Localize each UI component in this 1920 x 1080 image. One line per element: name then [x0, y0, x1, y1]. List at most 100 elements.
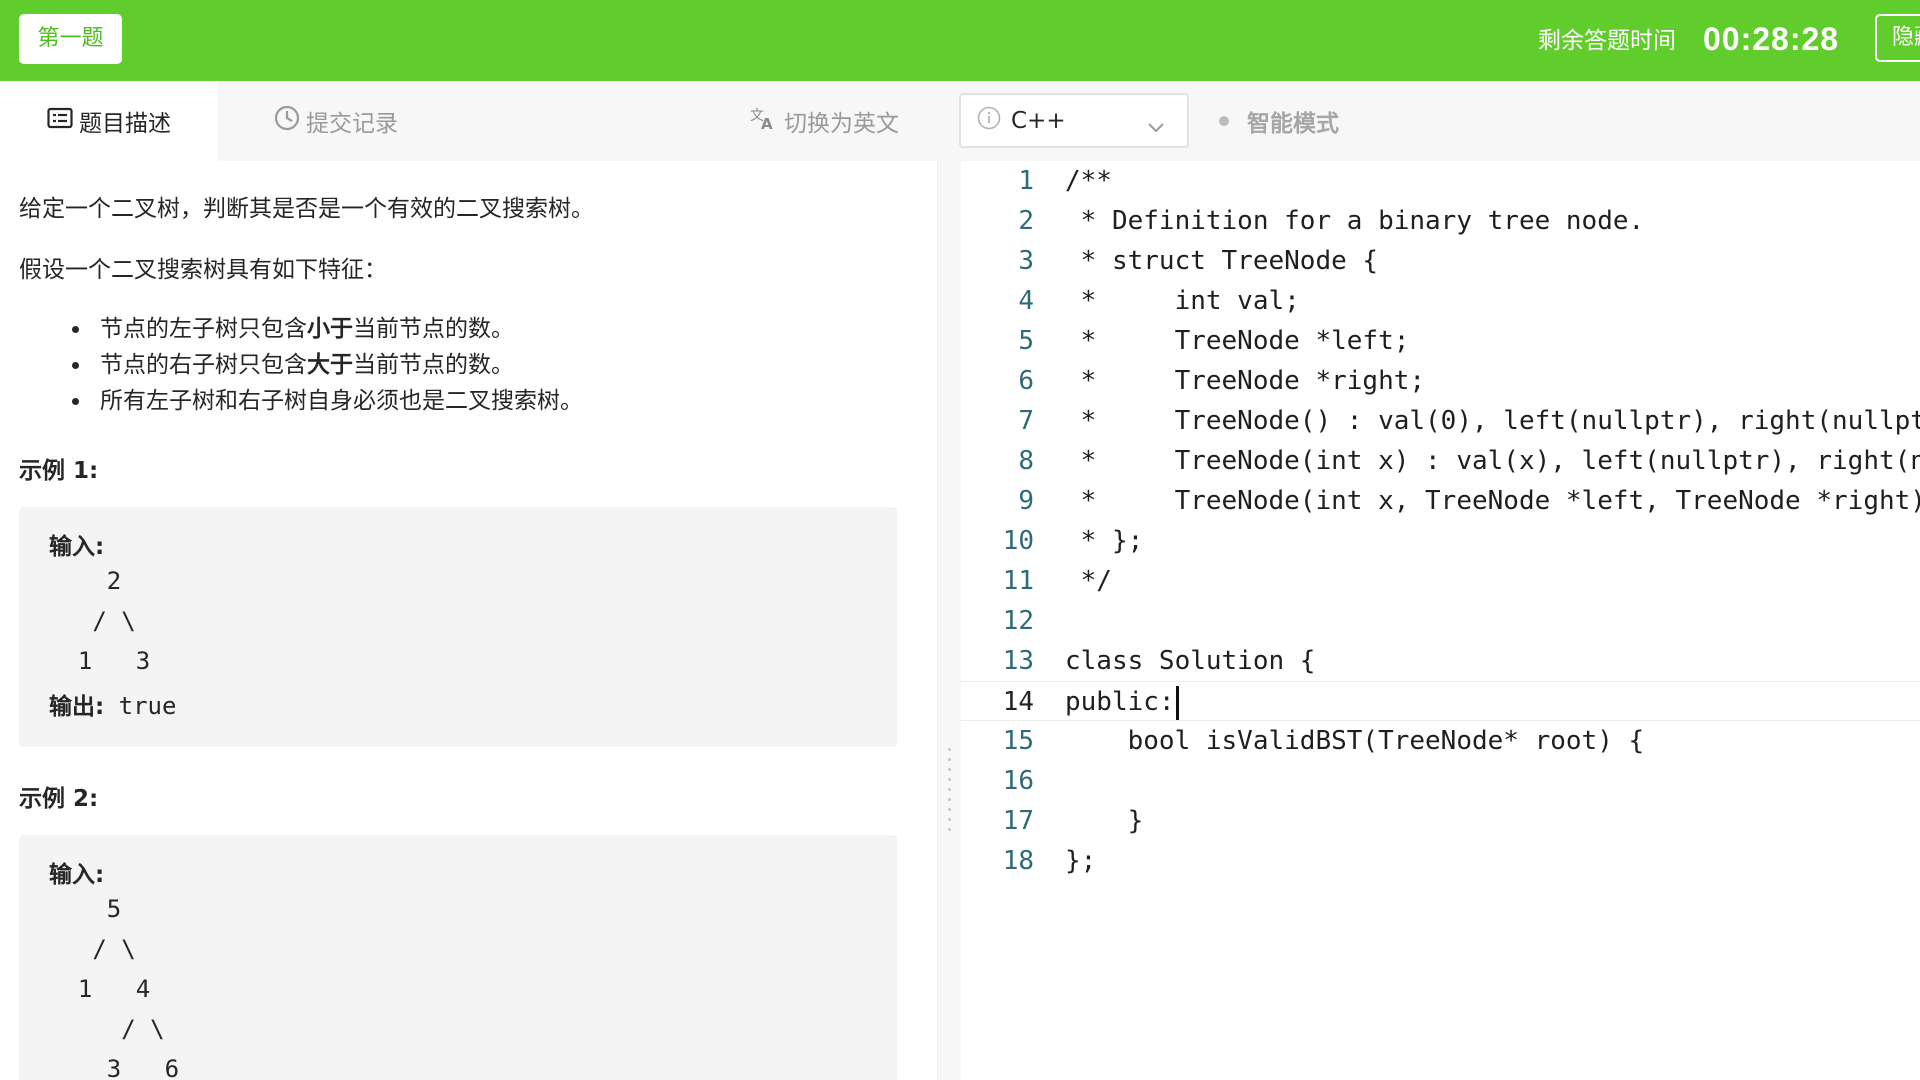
bullet-dot — [72, 398, 79, 405]
example-tree-line: 2 — [49, 567, 122, 595]
line-number: 9 — [1018, 486, 1034, 516]
example-tree-line: 1 4 — [49, 975, 151, 1003]
top-bar: 第一题 剩余答题时间 00:28:28 隐藏 — [0, 0, 1920, 81]
code-line[interactable]: 3 * struct TreeNode { — [961, 241, 1920, 281]
code-line[interactable]: 1 /** — [961, 161, 1920, 201]
drag-handle-icon — [948, 748, 951, 838]
chevron-down-icon — [1147, 113, 1165, 139]
line-number: 17 — [1002, 806, 1034, 836]
code-text[interactable]: } — [1065, 801, 1144, 841]
code-line[interactable]: 17 } — [961, 801, 1920, 841]
code-line[interactable]: 14 public: — [961, 681, 1920, 721]
code-text[interactable]: * Definition for a binary tree node. — [1065, 201, 1645, 241]
code-text[interactable]: * TreeNode() : val(0), left(nullptr), ri… — [1065, 401, 1920, 441]
example-input-label: 输入: — [49, 862, 105, 888]
rules-list: 节点的左子树只包含小于当前节点的数。 节点的右子树只包含大于当前节点的数。 所有… — [19, 311, 583, 419]
code-text[interactable]: bool isValidBST(TreeNode* root) { — [1065, 721, 1645, 761]
line-number: 6 — [1018, 366, 1034, 396]
code-line[interactable]: 8 * TreeNode(int x) : val(x), left(nullp… — [961, 441, 1920, 481]
language-select[interactable]: C++ — [959, 93, 1189, 148]
line-number: 5 — [1018, 326, 1034, 356]
svg-text:A: A — [761, 115, 773, 130]
example-tree-line: 3 6 — [49, 1055, 180, 1080]
code-line[interactable]: 7 * TreeNode() : val(0), left(nullptr), … — [961, 401, 1920, 441]
code-line[interactable]: 18}; — [961, 841, 1920, 881]
code-text[interactable]: }; — [1065, 841, 1096, 881]
line-number: 14 — [1002, 687, 1034, 717]
example-tree-line: 5 — [49, 895, 122, 923]
code-line[interactable]: 16 — [961, 761, 1920, 801]
code-text[interactable]: */ — [1065, 561, 1112, 601]
code-editor[interactable]: 1/** 2 * Definition for a binary tree nod… — [961, 161, 1920, 1080]
line-number: 16 — [1002, 766, 1034, 796]
timer-label: 剩余答题时间 — [1538, 28, 1676, 54]
problem-assumption: 假设一个二叉搜索树具有如下特征： — [19, 257, 387, 283]
code-text[interactable]: * TreeNode *right; — [1065, 361, 1425, 401]
code-line[interactable]: 5 * TreeNode *left; — [961, 321, 1920, 361]
example-output: 输出: true — [49, 687, 176, 721]
toolbar: 题目描述 提交记录 文 A 切换为英文 C++ 智能模式 — [0, 81, 1920, 161]
code-line[interactable]: 13 class Solution { — [961, 641, 1920, 681]
code-line[interactable]: 6 * TreeNode *right; — [961, 361, 1920, 401]
line-number: 13 — [1002, 646, 1034, 676]
hide-button[interactable]: 隐藏 — [1875, 14, 1920, 62]
code-text[interactable]: class Solution { — [1065, 641, 1315, 681]
example-1-title: 示例 1: — [19, 458, 99, 484]
code-text[interactable]: * TreeNode(int x) : val(x), left(nullptr… — [1065, 441, 1920, 481]
code-text[interactable]: * }; — [1065, 521, 1144, 561]
example-input-label: 输入: — [49, 534, 105, 560]
code-text[interactable]: * struct TreeNode { — [1065, 241, 1378, 281]
code-text[interactable]: public: — [1065, 682, 1175, 722]
question-badge[interactable]: 第一题 — [19, 14, 122, 64]
line-number: 1 — [1018, 166, 1034, 196]
tab-description-label: 题目描述 — [79, 111, 171, 137]
list-item: 所有左子树和右子树自身必须也是二叉搜索树。 — [19, 383, 583, 419]
example-tree-line: 1 3 — [49, 647, 151, 675]
description-icon — [47, 107, 79, 135]
code-line[interactable]: 9 * TreeNode(int x, TreeNode *left, Tree… — [961, 481, 1920, 521]
example-1-box: 输入: 2 / \ 1 3 输出: true — [19, 507, 897, 747]
line-number: 10 — [1002, 526, 1034, 556]
code-line[interactable]: 10 * }; — [961, 521, 1920, 561]
code-line[interactable]: 4 * int val; — [961, 281, 1920, 321]
example-output-label: 输出: — [49, 694, 105, 720]
code-text[interactable]: * int val; — [1065, 281, 1300, 321]
example-2-box: 输入: 5 / \ 1 4 / \ 3 6 — [19, 835, 897, 1080]
example-tree-line: / \ — [49, 935, 136, 963]
tab-description[interactable]: 题目描述 — [0, 81, 218, 161]
code-text[interactable]: * TreeNode(int x, TreeNode *left, TreeNo… — [1065, 481, 1920, 521]
line-number: 3 — [1018, 246, 1034, 276]
example-tree-line: / \ — [49, 1015, 165, 1043]
smart-mode-indicator — [1219, 116, 1229, 126]
bullet-dot — [72, 326, 79, 333]
tab-submissions[interactable]: 提交记录 — [274, 81, 398, 161]
info-icon — [977, 106, 1001, 136]
smart-mode-label: 智能模式 — [1247, 111, 1339, 137]
switch-language-button[interactable]: 文 A 切换为英文 — [750, 81, 899, 161]
example-2-title: 示例 2: — [19, 786, 99, 812]
switch-language-label: 切换为英文 — [784, 111, 899, 137]
smart-mode-toggle[interactable]: 智能模式 — [1219, 81, 1339, 161]
problem-intro: 给定一个二叉树，判断其是否是一个有效的二叉搜索树。 — [19, 196, 594, 222]
problem-description-pane: 给定一个二叉树，判断其是否是一个有效的二叉搜索树。 假设一个二叉搜索树具有如下特… — [0, 161, 937, 1080]
code-text[interactable]: /** — [1065, 161, 1112, 201]
line-number: 12 — [1002, 606, 1034, 636]
translate-icon: 文 A — [750, 106, 776, 136]
code-line[interactable]: 15 bool isValidBST(TreeNode* root) { — [961, 721, 1920, 761]
code-line[interactable]: 11 */ — [961, 561, 1920, 601]
code-line[interactable]: 2 * Definition for a binary tree node. — [961, 201, 1920, 241]
bullet-dot — [72, 362, 79, 369]
timer-value: 00:28:28 — [1703, 21, 1840, 57]
line-number: 11 — [1002, 566, 1034, 596]
code-text[interactable]: * TreeNode *left; — [1065, 321, 1410, 361]
line-number: 18 — [1002, 846, 1034, 876]
line-number: 2 — [1018, 206, 1034, 236]
line-number: 15 — [1002, 726, 1034, 756]
example-output-value: true — [104, 692, 177, 720]
language-select-value: C++ — [1011, 107, 1066, 134]
tab-submissions-label: 提交记录 — [306, 111, 398, 137]
code-line[interactable]: 12 — [961, 601, 1920, 641]
pane-resize-handle[interactable] — [937, 161, 961, 1080]
line-number: 4 — [1018, 286, 1034, 316]
text-cursor — [1176, 686, 1179, 720]
